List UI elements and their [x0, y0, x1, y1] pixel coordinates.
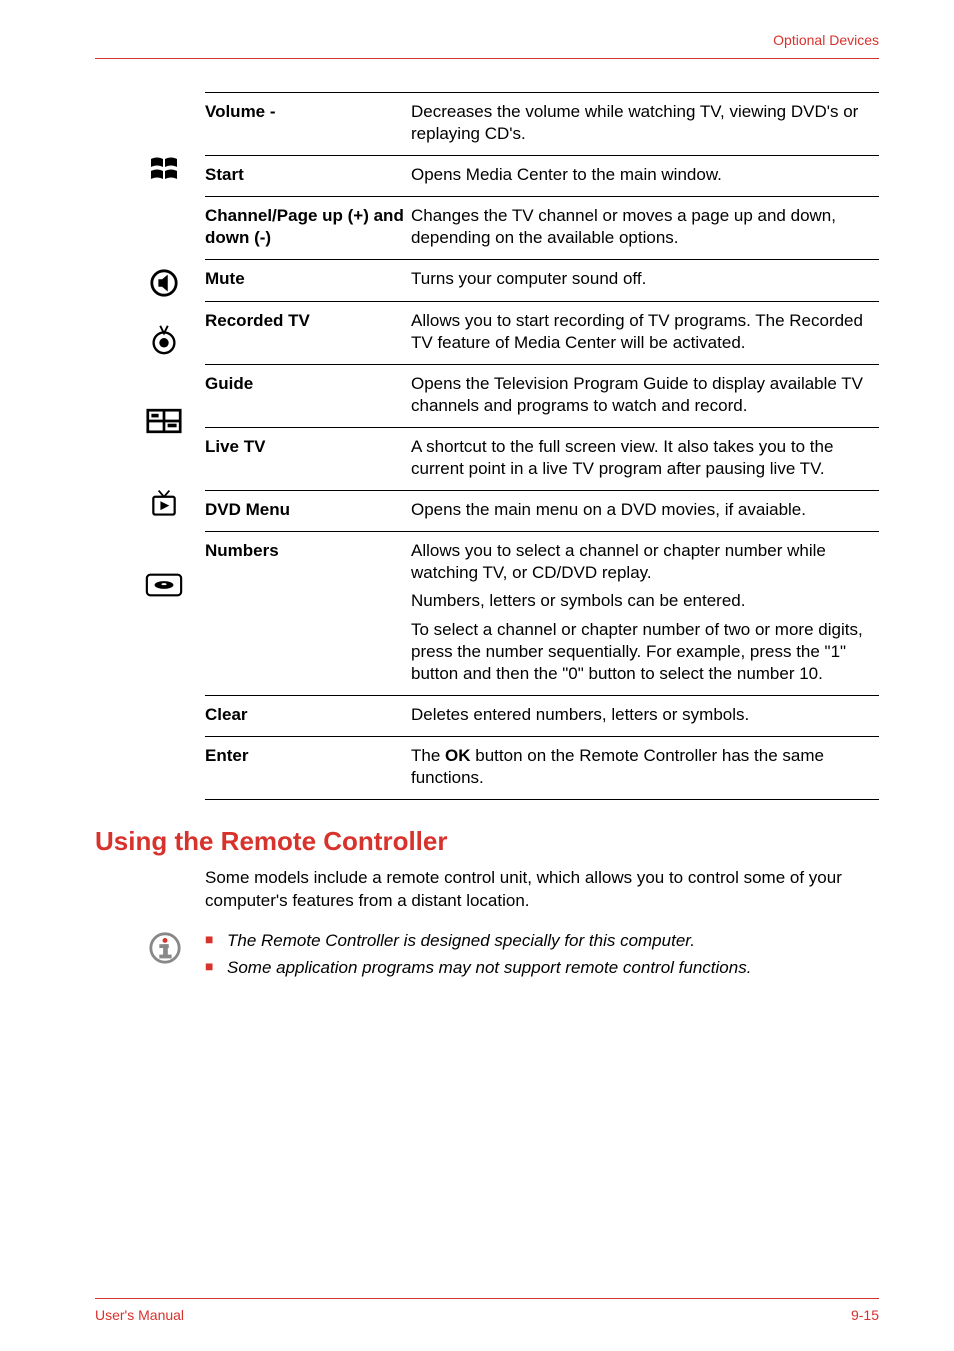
header-right-label: Optional Devices — [773, 32, 879, 48]
desc: Opens Media Center to the main window. — [411, 156, 879, 197]
table-row: Recorded TV Allows you to start recordin… — [205, 301, 879, 364]
table-row: Mute Turns your computer sound off. — [205, 260, 879, 301]
term: Volume - — [205, 93, 411, 156]
desc: Turns your computer sound off. — [411, 260, 879, 301]
term: Mute — [205, 260, 411, 301]
recorded-tv-icon — [145, 320, 183, 358]
page: Optional Devices — [0, 0, 954, 1351]
desc: The OK button on the Remote Controller h… — [411, 736, 879, 799]
mute-icon — [145, 264, 183, 302]
footer-rule — [95, 1298, 879, 1299]
desc: Decreases the volume while watching TV, … — [411, 93, 879, 156]
note-item: The Remote Controller is designed specia… — [205, 929, 751, 954]
table-row: DVD Menu Opens the main menu on a DVD mo… — [205, 491, 879, 532]
desc: Allows you to select a channel or chapte… — [411, 532, 879, 696]
header-rule — [95, 58, 879, 59]
table-row: Channel/Page up (+) and down (-) Changes… — [205, 197, 879, 260]
definition-table: Volume - Decreases the volume while watc… — [205, 92, 879, 800]
footer-right: 9-15 — [851, 1307, 879, 1323]
note-item: Some application programs may not suppor… — [205, 956, 751, 981]
term: DVD Menu — [205, 491, 411, 532]
section-body: Some models include a remote control uni… — [205, 867, 879, 913]
note-block: The Remote Controller is designed specia… — [145, 929, 879, 982]
desc: A shortcut to the full screen view. It a… — [411, 427, 879, 490]
table-row: Volume - Decreases the volume while watc… — [205, 93, 879, 156]
desc: Allows you to start recording of TV prog… — [411, 301, 879, 364]
desc: Changes the TV channel or moves a page u… — [411, 197, 879, 260]
term: Clear — [205, 695, 411, 736]
section-heading: Using the Remote Controller — [95, 826, 879, 857]
table-row: Clear Deletes entered numbers, letters o… — [205, 695, 879, 736]
term: Live TV — [205, 427, 411, 490]
footer-left: User's Manual — [95, 1307, 184, 1323]
guide-icon — [145, 402, 183, 440]
windows-logo-icon — [145, 150, 183, 188]
table-row: Live TV A shortcut to the full screen vi… — [205, 427, 879, 490]
live-tv-icon — [145, 484, 183, 522]
term: Start — [205, 156, 411, 197]
desc: Deletes entered numbers, letters or symb… — [411, 695, 879, 736]
table-row: Enter The OK button on the Remote Contro… — [205, 736, 879, 799]
desc: Opens the main menu on a DVD movies, if … — [411, 491, 879, 532]
content: Volume - Decreases the volume while watc… — [95, 92, 879, 982]
table-row: Start Opens Media Center to the main win… — [205, 156, 879, 197]
dvd-menu-icon — [145, 566, 183, 604]
note-list: The Remote Controller is designed specia… — [205, 929, 751, 982]
term: Guide — [205, 364, 411, 427]
term: Enter — [205, 736, 411, 799]
term: Recorded TV — [205, 301, 411, 364]
term: Numbers — [205, 532, 411, 696]
desc: Opens the Television Program Guide to di… — [411, 364, 879, 427]
table-row: Numbers Allows you to select a channel o… — [205, 532, 879, 696]
info-icon — [145, 929, 185, 965]
term: Channel/Page up (+) and down (-) — [205, 197, 411, 260]
table-row: Guide Opens the Television Program Guide… — [205, 364, 879, 427]
